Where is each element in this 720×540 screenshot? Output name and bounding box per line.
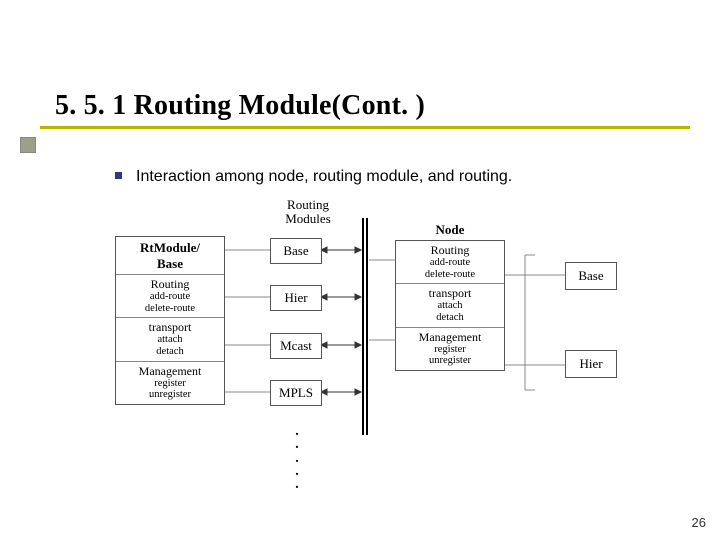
mid-box-base: Base: [270, 238, 322, 264]
right-row-1-sub-0: attach: [398, 300, 502, 312]
left-row-1-title: transport: [149, 320, 192, 334]
left-row-0-sub-0: add-route: [118, 291, 222, 303]
left-row-2-title: Management: [139, 364, 202, 378]
right-row-management: Management register unregister: [396, 327, 504, 370]
right-row-1-title: transport: [429, 286, 472, 300]
right-row-2-title: Management: [419, 330, 482, 344]
left-row-1-sub-1: detach: [118, 346, 222, 358]
left-row-transport: transport attach detach: [116, 317, 224, 360]
right-row-0-sub-1: delete-route: [398, 269, 502, 281]
left-row-0-title: Routing: [151, 277, 190, 291]
right-row-0-title: Routing: [431, 243, 470, 257]
label-routing-modules: Routing Modules: [273, 198, 343, 225]
left-stack: RtModule/ Base Routing add-route delete-…: [115, 236, 225, 405]
left-stack-header: RtModule/ Base: [116, 237, 224, 274]
title-decor-square: [20, 137, 36, 153]
ellipsis-dots: . . . . .: [292, 425, 302, 491]
diagram: Routing Modules Node RtModule/ Base Rout…: [95, 200, 630, 510]
mid-box-mcast: Mcast: [270, 333, 322, 359]
right-row-2-sub-1: unregister: [398, 355, 502, 367]
right-box-base: Base: [565, 262, 617, 290]
title-underline: [40, 126, 690, 129]
right-row-2-sub-0: register: [398, 344, 502, 356]
slide-title-wrap: 5. 5. 1 Routing Module(Cont. ): [55, 90, 425, 122]
right-stack: Routing add-route delete-route transport…: [395, 240, 505, 371]
right-row-1-sub-1: detach: [398, 312, 502, 324]
right-row-routing: Routing add-route delete-route: [396, 241, 504, 283]
bullet-text: Interaction among node, routing module, …: [136, 168, 512, 185]
left-row-2-sub-0: register: [118, 378, 222, 390]
left-row-2-sub-1: unregister: [118, 389, 222, 401]
page-number: 26: [692, 515, 706, 530]
bullet-line: Interaction among node, routing module, …: [115, 168, 512, 186]
slide-title: 5. 5. 1 Routing Module(Cont. ): [55, 90, 425, 121]
right-row-0-sub-0: add-route: [398, 257, 502, 269]
mid-box-hier: Hier: [270, 285, 322, 311]
left-row-1-sub-0: attach: [118, 334, 222, 346]
right-row-transport: transport attach detach: [396, 283, 504, 326]
left-row-routing: Routing add-route delete-route: [116, 274, 224, 317]
bullet-icon: [115, 172, 122, 179]
mid-box-mpls: MPLS: [270, 380, 322, 406]
left-row-management: Management register unregister: [116, 361, 224, 404]
left-row-0-sub-1: delete-route: [118, 303, 222, 315]
right-box-hier: Hier: [565, 350, 617, 378]
label-node: Node: [425, 222, 475, 238]
